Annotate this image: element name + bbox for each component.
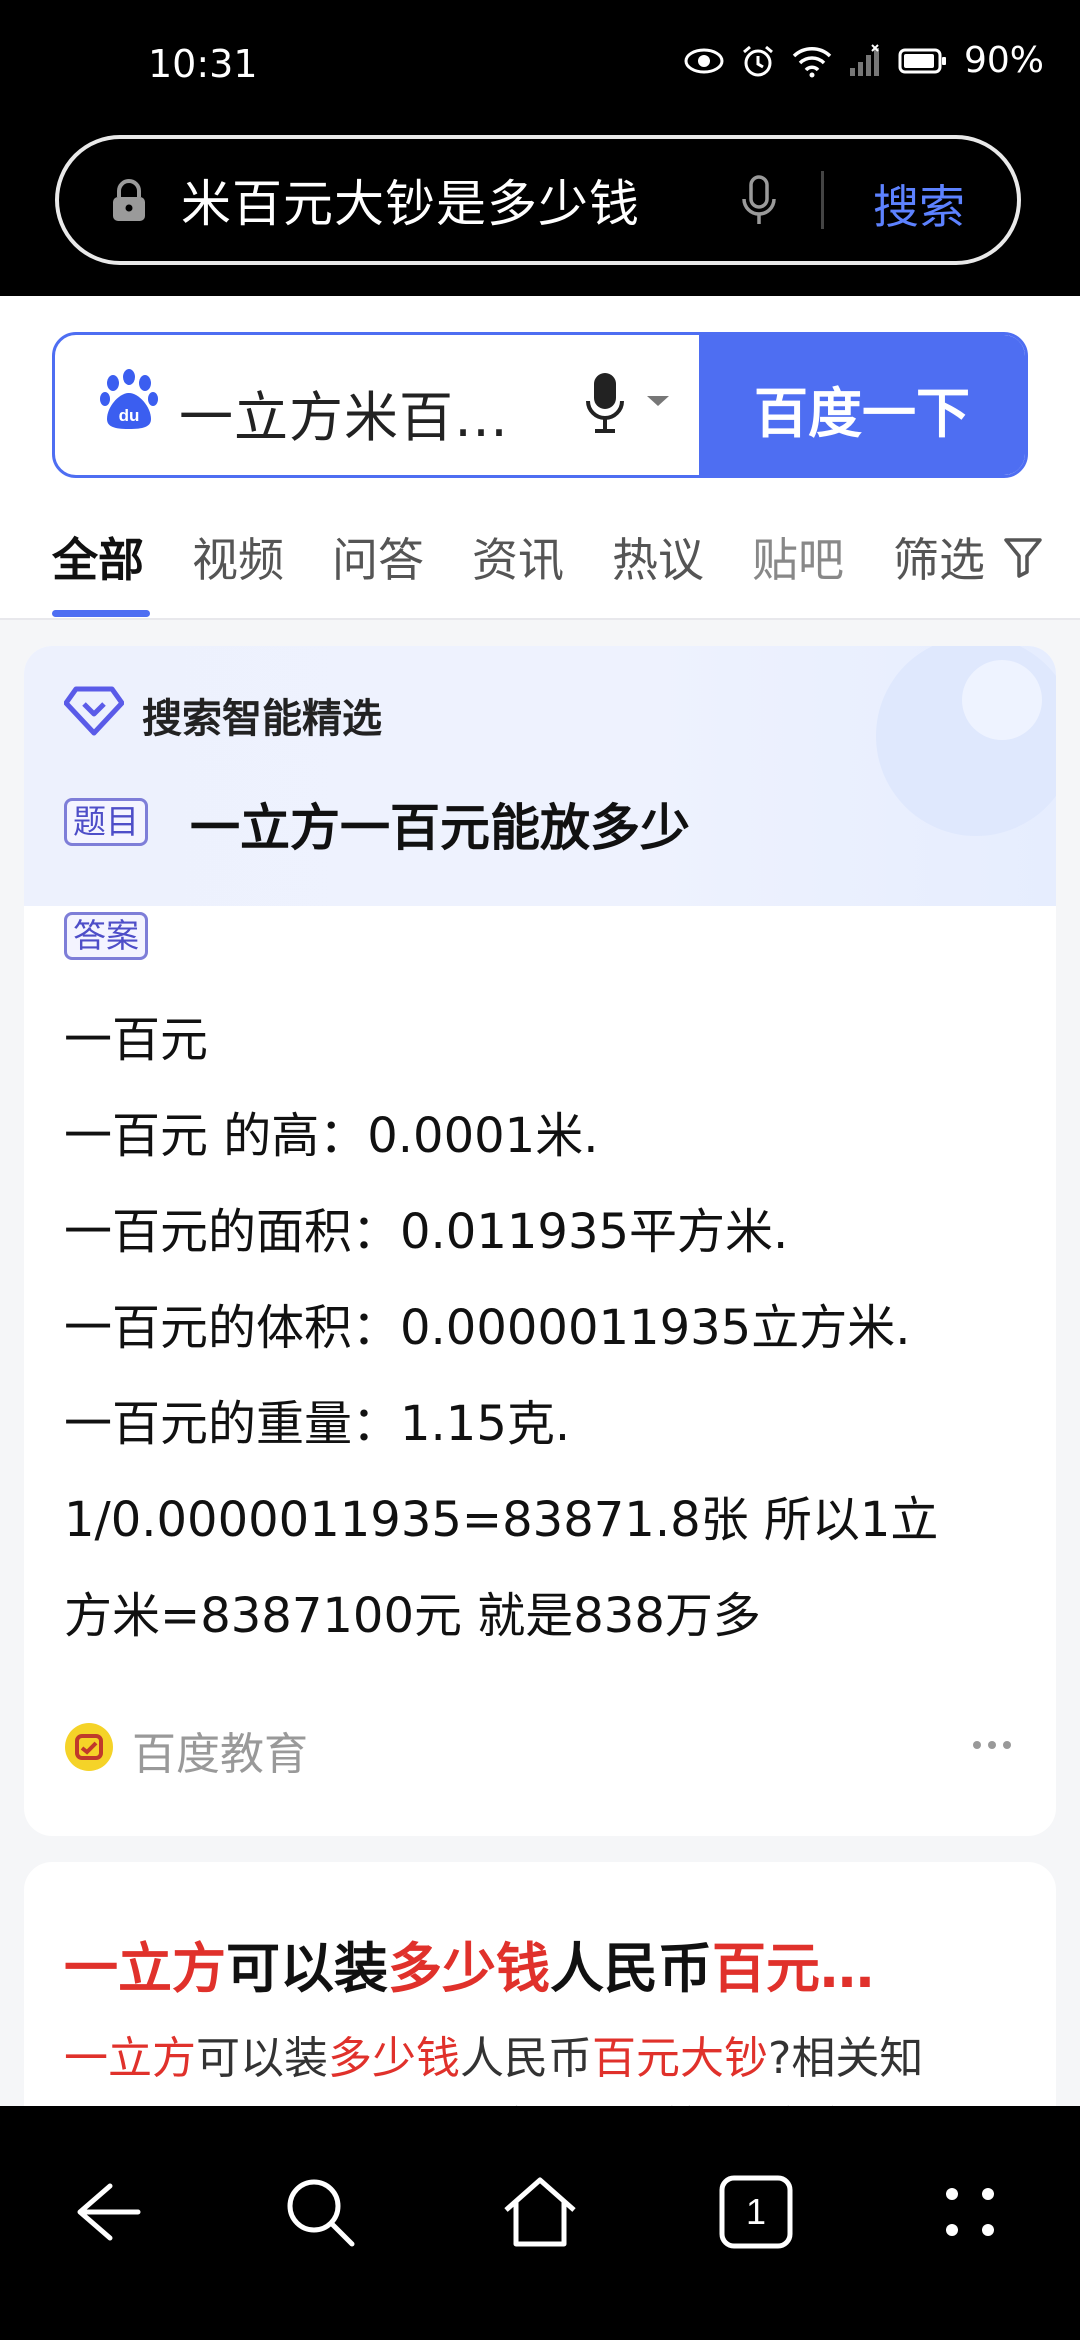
answer-tag: 答案 bbox=[64, 912, 148, 960]
baidu-education-logo-icon bbox=[65, 1723, 113, 1771]
home-icon[interactable] bbox=[500, 2174, 580, 2250]
answer-line: 一百元的重量：1.15克. bbox=[64, 1396, 571, 1452]
tab-video[interactable]: 视频 bbox=[192, 524, 284, 590]
tab-news[interactable]: 资讯 bbox=[472, 524, 564, 590]
diamond-icon bbox=[64, 686, 124, 736]
search-icon[interactable] bbox=[282, 2174, 358, 2250]
search-query[interactable]: 一立方米百… bbox=[179, 373, 509, 452]
url-text[interactable]: 米百元大钞是多少钱 bbox=[181, 164, 640, 236]
status-time: 10:31 bbox=[148, 42, 258, 86]
signal-icon bbox=[849, 43, 879, 76]
result-title-part: 一立方 bbox=[64, 1937, 226, 2000]
result-title-part: 可以装 bbox=[226, 1937, 388, 2000]
status-bar: 10:31 90% 米百元大钞是多少钱 搜索 bbox=[0, 0, 1080, 296]
decorative-shape bbox=[962, 660, 1042, 740]
chevron-down-icon[interactable] bbox=[645, 393, 671, 409]
alarm-icon bbox=[743, 45, 773, 76]
url-search-button[interactable]: 搜索 bbox=[873, 171, 965, 237]
result-desc-line: 一立方可以装多少钱人民币百元大钞?相关知 bbox=[64, 2024, 1024, 2094]
tab-tieba[interactable]: 贴吧 bbox=[752, 524, 844, 590]
desc-part: 可以装 bbox=[196, 2033, 328, 2084]
eye-icon bbox=[684, 48, 724, 73]
result-title[interactable]: 一立方可以装多少钱人民币百元… bbox=[64, 1924, 1024, 2003]
source-name[interactable]: 百度教育 bbox=[132, 1718, 308, 1782]
desc-part: 人民币 bbox=[460, 2033, 592, 2084]
result-title-part: 百元… bbox=[712, 1937, 874, 2000]
filter-icon[interactable] bbox=[1003, 536, 1043, 578]
back-arrow-icon[interactable] bbox=[70, 2174, 146, 2250]
tab-discussion[interactable]: 热议 bbox=[612, 524, 704, 590]
microphone-icon[interactable] bbox=[739, 175, 779, 227]
battery-icon bbox=[898, 48, 946, 73]
answer-body: 一百元 一百元 的高：0.0001米. 一百元的面积：0.011935平方米. … bbox=[64, 992, 1024, 1664]
answer-line: 一百元 bbox=[64, 1012, 209, 1068]
answer-line: 一百元的面积：0.011935平方米. bbox=[64, 1204, 789, 1260]
question-text: 一立方一百元能放多少 bbox=[190, 799, 690, 857]
status-icons: 90% bbox=[684, 40, 1044, 81]
result-tabs: 全部 视频 问答 资讯 热议 贴吧 筛选 bbox=[0, 506, 1080, 618]
more-options-icon[interactable] bbox=[972, 1740, 1012, 1750]
ai-card-title: 搜索智能精选 bbox=[142, 696, 382, 742]
desc-part: 百元大钞 bbox=[592, 2033, 768, 2084]
battery-percent: 90% bbox=[963, 40, 1044, 81]
answer-line: 一百元 的高：0.0001米. bbox=[64, 1108, 599, 1164]
result-title-part: 多少钱 bbox=[388, 1937, 550, 2000]
baidu-search-box[interactable]: du 一立方米百… 百度一下 bbox=[52, 332, 1028, 478]
svg-text:1: 1 bbox=[746, 2191, 766, 2232]
desc-part: 多少钱 bbox=[328, 2033, 460, 2084]
result-title-part: 人民币 bbox=[550, 1937, 712, 2000]
question-tag: 题目 bbox=[64, 798, 148, 846]
baidu-search-button[interactable]: 百度一下 bbox=[699, 335, 1025, 475]
desc-part: 一立方 bbox=[64, 2033, 196, 2084]
answer-line: 一百元的体积：0.0000011935立方米. bbox=[64, 1300, 911, 1356]
browser-url-bar[interactable]: 米百元大钞是多少钱 搜索 bbox=[55, 135, 1021, 265]
search-results-page: du 一立方米百… 百度一下 全部 视频 问答 资讯 热议 贴吧 筛选 搜索智能… bbox=[0, 296, 1080, 2162]
bottom-navigation-bar: 1 bbox=[0, 2106, 1080, 2340]
tab-all[interactable]: 全部 bbox=[52, 524, 144, 590]
answer-line: 方米=8387100元 就是838万多 bbox=[64, 1588, 761, 1644]
ai-answer-card[interactable]: 搜索智能精选 题目 一立方一百元能放多少 答案 一百元 一百元 的高：0.000… bbox=[24, 646, 1056, 1836]
ai-card-header bbox=[24, 646, 1056, 906]
baidu-paw-icon: du bbox=[100, 369, 158, 429]
menu-dots-icon[interactable] bbox=[938, 2174, 1002, 2250]
wifi-icon bbox=[792, 46, 832, 77]
tab-filter[interactable]: 筛选 bbox=[893, 524, 985, 590]
desc-part: ?相关知 bbox=[768, 2033, 924, 2084]
lock-icon bbox=[113, 179, 145, 221]
search-header: du 一立方米百… 百度一下 全部 视频 问答 资讯 热议 贴吧 筛选 bbox=[0, 296, 1080, 620]
tabs-icon[interactable]: 1 bbox=[718, 2174, 794, 2250]
active-tab-indicator bbox=[52, 610, 150, 617]
answer-line: 1/0.0000011935=83871.8张 所以1立 bbox=[64, 1492, 939, 1548]
voice-search-icon[interactable] bbox=[585, 371, 625, 435]
url-bar-divider bbox=[821, 171, 824, 229]
tab-qa[interactable]: 问答 bbox=[332, 524, 424, 590]
svg-text:du: du bbox=[119, 406, 140, 425]
